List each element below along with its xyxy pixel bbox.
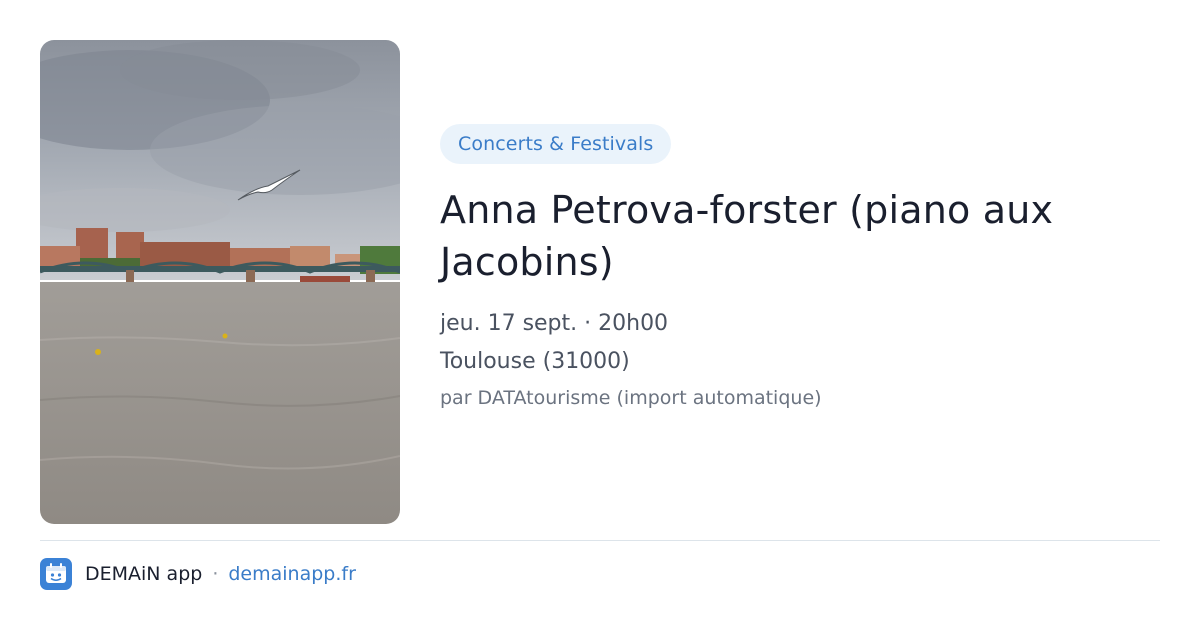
footer-divider [40, 540, 1160, 541]
category-badge[interactable]: Concerts & Festivals [440, 124, 672, 164]
event-source: par DATAtourisme (import automatique) [440, 387, 822, 409]
event-details: Concerts & Festivals Anna Petrova-forste… [440, 124, 1140, 409]
event-title: Anna Petrova-forster (piano aux Jacobins… [440, 188, 1054, 284]
footer-separator: · [212, 563, 219, 585]
app-name: DEMAiN app [85, 563, 203, 585]
footer: DEMAiN app · demainapp.fr [40, 558, 356, 590]
event-photo [40, 40, 400, 524]
app-logo-icon [40, 558, 72, 590]
event-date: jeu. 17 sept. · 20h00 [440, 311, 669, 336]
event-location: Toulouse (31000) [440, 349, 630, 374]
app-website-link[interactable]: demainapp.fr [228, 563, 356, 585]
